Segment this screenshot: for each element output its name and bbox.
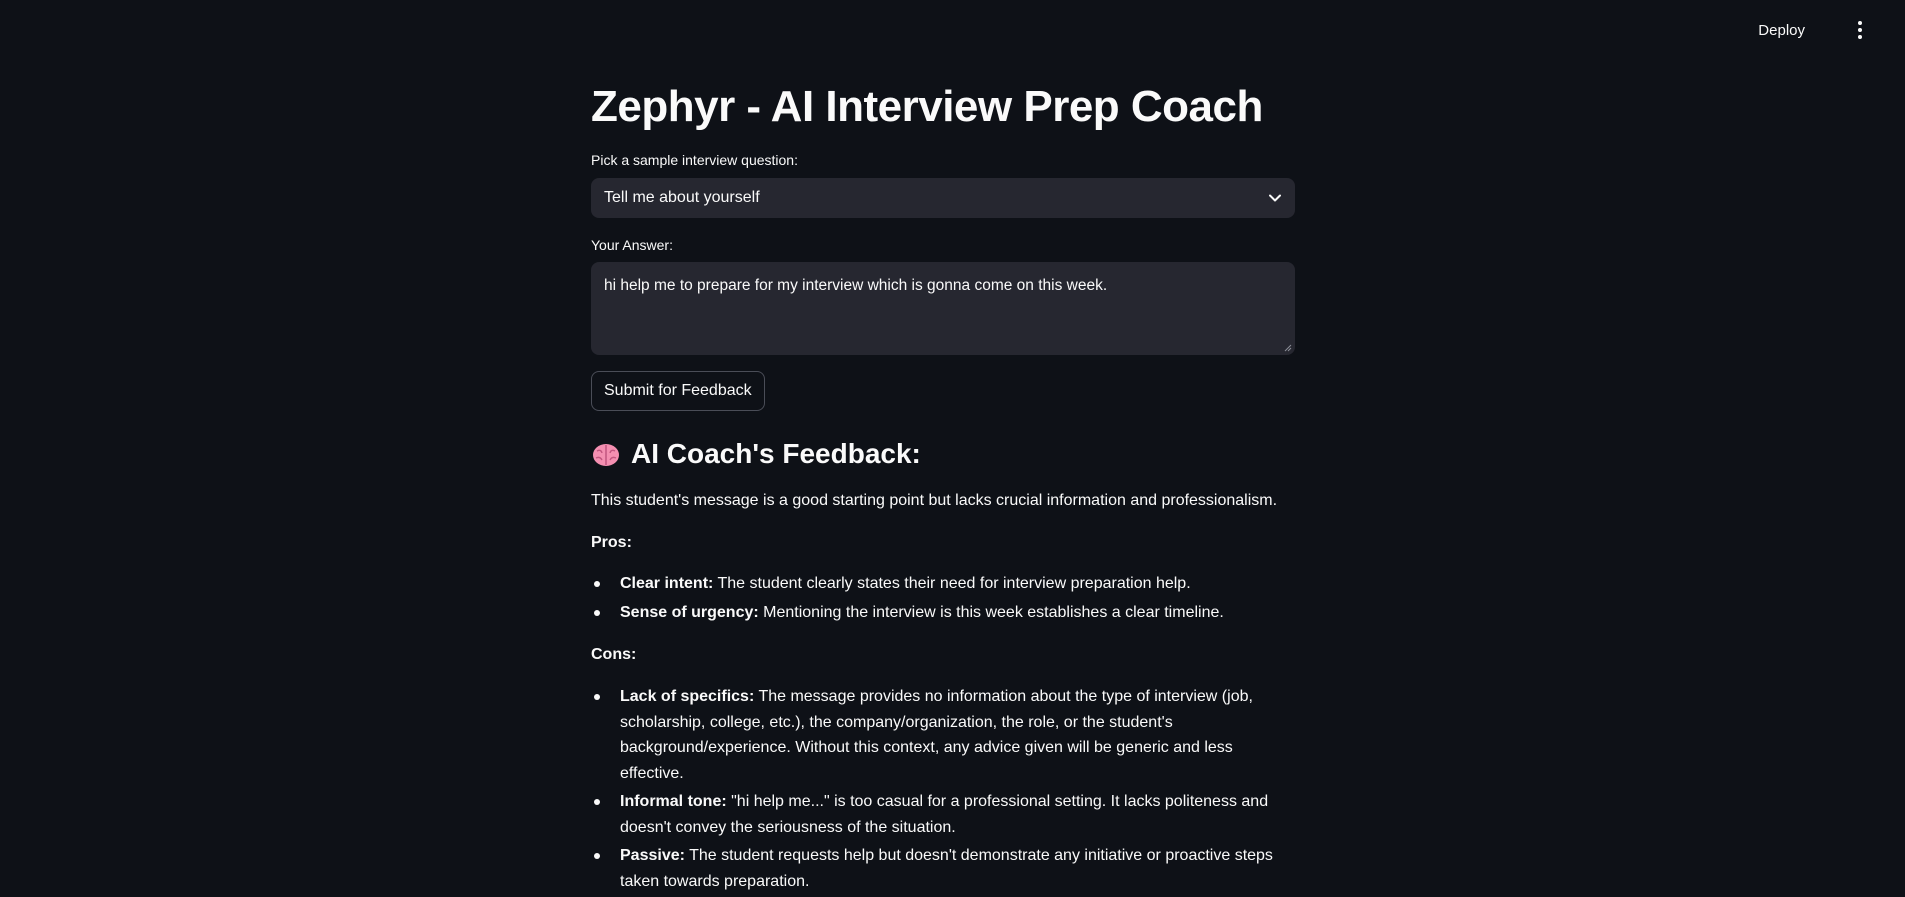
question-select-value: Tell me about yourself	[604, 189, 760, 206]
pros-list: Clear intent: The student clearly states…	[591, 571, 1295, 628]
question-select-label: Pick a sample interview question:	[591, 152, 798, 168]
feedback-heading-text: AI Coach's Feedback:	[631, 438, 921, 469]
page-title: Zephyr - AI Interview Prep Coach	[591, 82, 1263, 131]
resize-handle-icon[interactable]	[1284, 344, 1292, 352]
answer-label: Your Answer:	[591, 237, 673, 253]
top-toolbar: Deploy	[0, 0, 1905, 60]
question-select[interactable]: Tell me about yourself	[591, 178, 1295, 218]
chevron-down-icon	[1268, 191, 1282, 205]
feedback-intro: This student's message is a good startin…	[591, 492, 1278, 509]
cons-list: Lack of specifics: The message provides …	[591, 684, 1295, 897]
deploy-button[interactable]: Deploy	[1754, 20, 1809, 41]
answer-text: hi help me to prepare for my interview w…	[604, 277, 1108, 294]
cons-heading: Cons:	[591, 646, 637, 663]
feedback-heading: AI Coach's Feedback:	[591, 438, 921, 470]
pros-heading: Pros:	[591, 534, 632, 551]
brain-icon	[593, 444, 619, 466]
answer-textarea[interactable]: hi help me to prepare for my interview w…	[591, 262, 1295, 355]
list-item: Informal tone: "hi help me..." is too ca…	[591, 789, 1295, 840]
list-item: Lack of specifics: The message provides …	[591, 684, 1295, 786]
list-item: Sense of urgency: Mentioning the intervi…	[591, 600, 1295, 626]
more-vertical-icon[interactable]	[1850, 19, 1870, 41]
submit-feedback-button[interactable]: Submit for Feedback	[591, 371, 765, 411]
list-item: Passive: The student requests help but d…	[591, 843, 1295, 894]
list-item: Clear intent: The student clearly states…	[591, 571, 1295, 597]
